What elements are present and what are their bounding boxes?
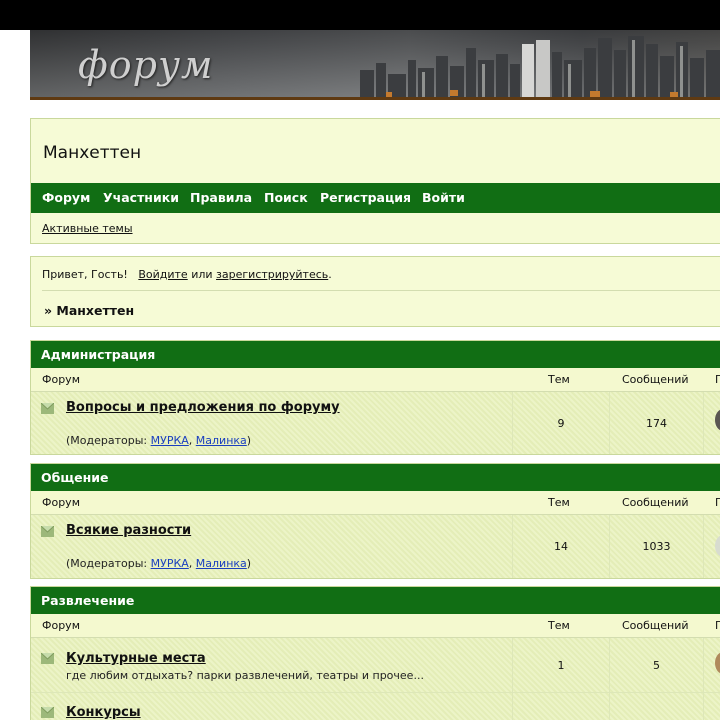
col-topics: Тем bbox=[548, 496, 570, 509]
forum-row: Всякие разности (Модераторы: МУРКА, Мали… bbox=[31, 515, 720, 578]
posts-count: 1033 bbox=[642, 540, 671, 553]
moderators: (Модераторы: МУРКА, Малинка) bbox=[66, 557, 252, 570]
col-last-post: П bbox=[715, 373, 720, 386]
forum-envelope-icon bbox=[41, 653, 54, 664]
column-headers: Форум Тем Сообщений П bbox=[31, 491, 720, 515]
forum-envelope-icon bbox=[41, 526, 54, 537]
last-poster-avatar[interactable] bbox=[715, 409, 720, 431]
category-administration: Администрация Форум Тем Сообщений П Вопр… bbox=[30, 340, 720, 455]
moderator-link[interactable]: Малинка bbox=[196, 434, 247, 447]
divider bbox=[42, 290, 720, 291]
col-forum: Форум bbox=[42, 373, 80, 386]
banner-bottom-strip bbox=[30, 97, 720, 100]
category-title[interactable]: Развлечение bbox=[31, 587, 720, 614]
nav-register-link[interactable]: Регистрация bbox=[320, 183, 411, 213]
forum-title: Манхеттен bbox=[43, 143, 142, 163]
col-topics: Тем bbox=[548, 373, 570, 386]
main-navigation: Форум Участники Правила Поиск Регистраци… bbox=[31, 183, 720, 213]
moderators: (Модераторы: МУРКА, Малинка) bbox=[66, 434, 252, 447]
forum-row: Вопросы и предложения по форуму (Модерат… bbox=[31, 392, 720, 454]
greeting-text: Привет, Гость! bbox=[42, 268, 128, 281]
moderators-close: ) bbox=[246, 557, 252, 570]
forum-link[interactable]: Конкурсы bbox=[66, 705, 141, 720]
category-title[interactable]: Общение bbox=[31, 464, 720, 491]
topics-count: 14 bbox=[554, 540, 568, 553]
moderators-label: (Модераторы: bbox=[66, 557, 151, 570]
login-link[interactable]: Войдите bbox=[138, 268, 187, 281]
welcome-panel: Привет, Гость! Войдите или зарегистрируй… bbox=[30, 256, 720, 327]
nav-search-link[interactable]: Поиск bbox=[264, 183, 308, 213]
column-headers: Форум Тем Сообщений П bbox=[31, 368, 720, 392]
moderator-link[interactable]: МУРКА bbox=[151, 557, 189, 570]
forum-banner[interactable]: форум bbox=[30, 30, 720, 100]
breadcrumb[interactable]: » Манхеттен bbox=[44, 303, 134, 318]
col-posts: Сообщений bbox=[622, 619, 689, 632]
topics-count: 1 bbox=[557, 659, 565, 672]
nav-forum-link[interactable]: Форум bbox=[42, 183, 90, 213]
category-communication: Общение Форум Тем Сообщений П Всякие раз… bbox=[30, 463, 720, 579]
greeting-or: или bbox=[191, 268, 213, 281]
forum-logo: форум bbox=[78, 43, 214, 87]
forum-description: где любим отдыхать? парки развлечений, т… bbox=[66, 669, 424, 682]
last-poster-avatar[interactable] bbox=[715, 652, 720, 674]
forum-envelope-icon bbox=[41, 707, 54, 718]
nav-rules-link[interactable]: Правила bbox=[190, 183, 252, 213]
register-link[interactable]: зарегистрируйтесь bbox=[216, 268, 328, 281]
topics-count: 9 bbox=[557, 417, 565, 430]
category-title[interactable]: Администрация bbox=[31, 341, 720, 368]
moderator-link[interactable]: Малинка bbox=[196, 557, 247, 570]
col-last-post: П bbox=[715, 496, 720, 509]
top-black-bar bbox=[0, 0, 720, 30]
col-topics: Тем bbox=[548, 619, 570, 632]
forum-envelope-icon bbox=[41, 403, 54, 414]
header-panel: Манхеттен Форум Участники Правила Поиск … bbox=[30, 118, 720, 244]
category-entertainment: Развлечение Форум Тем Сообщений П Культу… bbox=[30, 586, 720, 720]
nav-members-link[interactable]: Участники bbox=[103, 183, 179, 213]
forum-link[interactable]: Вопросы и предложения по форуму bbox=[66, 400, 340, 415]
forum-row: Культурные места где любим отдыхать? пар… bbox=[31, 638, 720, 693]
column-headers: Форум Тем Сообщений П bbox=[31, 614, 720, 638]
moderator-link[interactable]: МУРКА bbox=[151, 434, 189, 447]
forum-link[interactable]: Культурные места bbox=[66, 651, 206, 666]
last-poster-avatar[interactable] bbox=[715, 535, 720, 557]
col-forum: Форум bbox=[42, 496, 80, 509]
greeting-suffix: . bbox=[328, 268, 332, 281]
moderators-label: (Модераторы: bbox=[66, 434, 151, 447]
guest-greeting: Привет, Гость! Войдите или зарегистрируй… bbox=[42, 268, 332, 281]
forum-link[interactable]: Всякие разности bbox=[66, 523, 191, 538]
col-posts: Сообщений bbox=[622, 496, 689, 509]
forum-row: Конкурсы bbox=[31, 693, 720, 720]
posts-count: 5 bbox=[653, 659, 660, 672]
col-posts: Сообщений bbox=[622, 373, 689, 386]
nav-login-link[interactable]: Войти bbox=[422, 183, 465, 213]
col-forum: Форум bbox=[42, 619, 80, 632]
moderators-close: ) bbox=[246, 434, 252, 447]
posts-count: 174 bbox=[646, 417, 667, 430]
active-topics-link[interactable]: Активные темы bbox=[42, 222, 133, 235]
col-last-post: П bbox=[715, 619, 720, 632]
